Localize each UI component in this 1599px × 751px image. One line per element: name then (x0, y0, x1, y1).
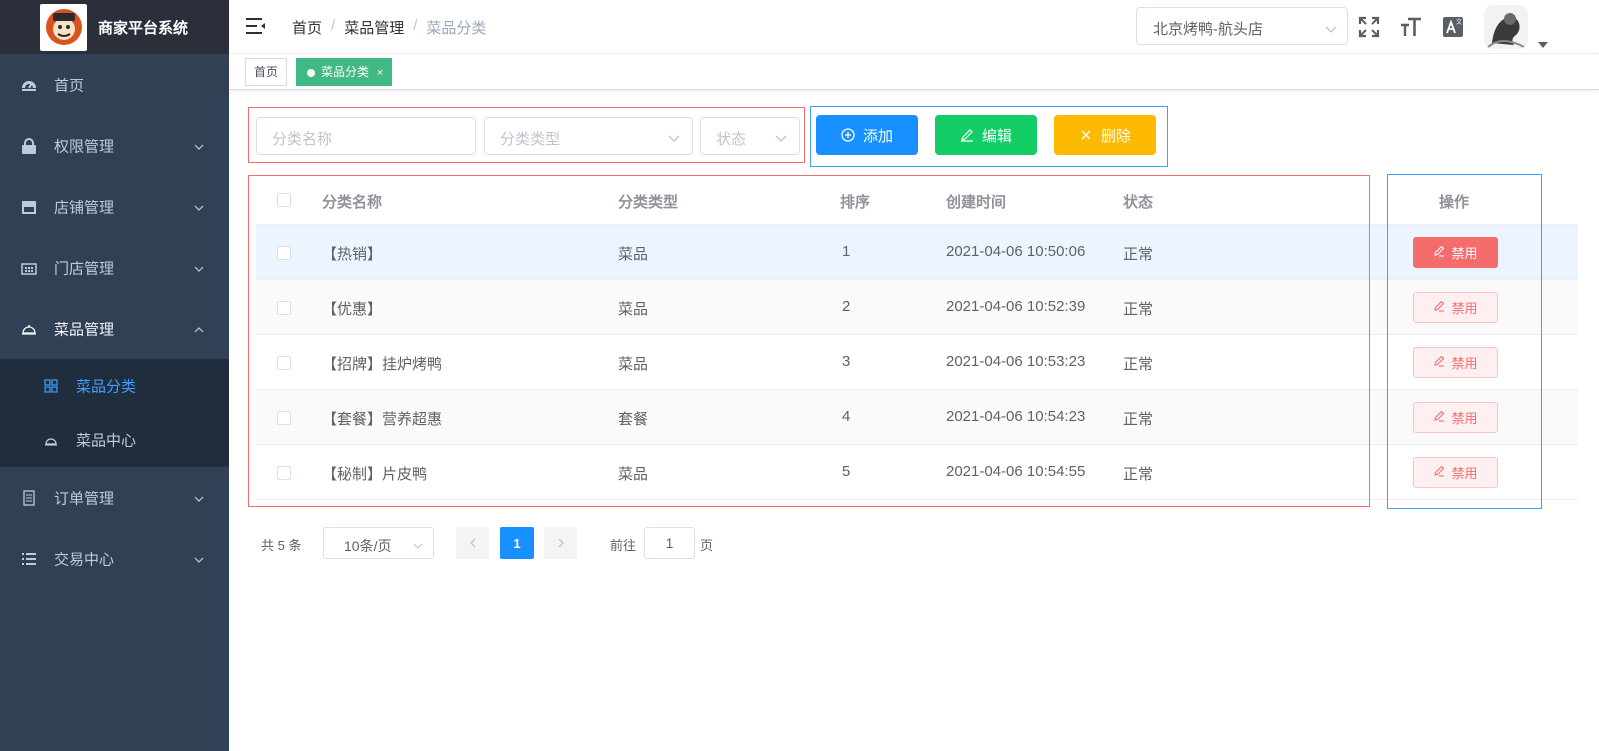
tags-view: 首页 菜品分类 × (229, 54, 1599, 90)
pagination-total: 共 5 条 (261, 538, 302, 553)
delete-button-label: 删除 (1100, 127, 1131, 145)
close-icon[interactable]: × (377, 67, 383, 79)
chevron-up-icon (193, 323, 205, 335)
prev-page-button[interactable] (456, 527, 489, 559)
logo-area[interactable]: 商家平台系统 (0, 0, 229, 54)
app-root: 商家平台系统 首页 权限管理 店铺管理 门店管理 菜品管理 菜品分类 菜品中心 … (0, 0, 1599, 751)
category-name-placeholder: 分类名称 (272, 131, 333, 148)
sidebar-item-label: 交易中心 (54, 551, 115, 568)
sidebar-subitem-category[interactable]: 菜品分类 (0, 359, 229, 413)
list-icon (21, 551, 37, 567)
breadcrumb-separator: / (413, 17, 418, 34)
tag-home[interactable]: 首页 (245, 58, 288, 86)
dish-icon (21, 321, 37, 337)
sidebar-item-dish[interactable]: 菜品管理 (0, 298, 229, 359)
operation-column-highlight-box (1387, 174, 1542, 509)
sidebar-item-label: 权限管理 (54, 138, 115, 155)
sidebar-item-shop[interactable]: 店铺管理 (0, 176, 229, 237)
next-page-button[interactable] (544, 527, 577, 559)
action-buttons: 添加 编辑 删除 (810, 106, 1168, 167)
close-icon (1079, 128, 1093, 142)
navbar: 首页 / 菜品管理 / 菜品分类 北京烤鸭-航头店 文 (229, 0, 1599, 54)
page-size-select[interactable]: 10条/页 (323, 527, 434, 559)
sidebar-item-permission[interactable]: 权限管理 (0, 115, 229, 176)
hamburger-icon[interactable] (246, 17, 266, 35)
category-type-select[interactable]: 分类类型 (484, 117, 693, 155)
sidebar-item-home[interactable]: 首页 (0, 54, 229, 115)
sidebar-item-trade[interactable]: 交易中心 (0, 528, 229, 589)
goto-page-input[interactable]: 1 (644, 527, 695, 559)
grid-icon (44, 379, 58, 393)
chevron-down-icon (413, 539, 423, 549)
lock-icon (21, 137, 37, 154)
edit-button-label: 编辑 (981, 127, 1012, 145)
plus-circle-icon (841, 128, 855, 142)
dashboard-icon (21, 77, 37, 93)
breadcrumb-current: 菜品分类 (426, 20, 487, 37)
order-icon (21, 489, 37, 506)
goto-unit: 页 (700, 538, 714, 553)
chevron-down-icon (668, 131, 680, 143)
sidebar-subitem-label: 菜品中心 (76, 432, 137, 450)
sidebar-item-label: 门店管理 (54, 260, 115, 277)
chevron-down-icon (193, 492, 205, 504)
sidebar-item-label: 菜品管理 (54, 321, 115, 338)
sidebar-item-label: 订单管理 (54, 490, 115, 507)
avatar[interactable] (1484, 5, 1528, 49)
chevron-down-icon (1325, 22, 1337, 34)
breadcrumb-dish-management[interactable]: 菜品管理 (344, 17, 404, 38)
sidebar-item-order[interactable]: 订单管理 (0, 467, 229, 528)
goto-label: 前往 (610, 538, 637, 553)
store-icon (21, 260, 37, 276)
category-name-input[interactable]: 分类名称 (256, 117, 476, 155)
chevron-down-icon (193, 553, 205, 565)
breadcrumb-separator: / (331, 17, 336, 34)
caret-down-icon[interactable] (1538, 35, 1548, 48)
tag-label: 菜品分类 (321, 65, 370, 79)
table-highlight-box (248, 175, 1370, 507)
submenu-dish: 菜品分类 菜品中心 (0, 359, 229, 467)
app-title: 商家平台系统 (98, 19, 189, 37)
add-button[interactable]: 添加 (816, 115, 918, 155)
status-placeholder: 状态 (716, 131, 747, 148)
category-type-placeholder: 分类类型 (500, 131, 561, 148)
status-select[interactable]: 状态 (700, 117, 800, 155)
add-button-label: 添加 (862, 127, 893, 145)
dish-icon (44, 433, 58, 447)
page-size-value: 10条/页 (344, 538, 392, 554)
shop-icon (21, 199, 37, 215)
sidebar-item-store[interactable]: 门店管理 (0, 237, 229, 298)
sidebar: 商家平台系统 首页 权限管理 店铺管理 门店管理 菜品管理 菜品分类 菜品中心 … (0, 0, 229, 751)
breadcrumb: 首页 / 菜品管理 / 菜品分类 (292, 17, 486, 38)
delete-button[interactable]: 删除 (1054, 115, 1156, 155)
chevron-right-icon (556, 536, 566, 551)
sidebar-item-label: 首页 (54, 77, 85, 94)
fullscreen-icon[interactable] (1358, 16, 1380, 38)
edit-icon (960, 128, 974, 142)
logo-image (40, 3, 87, 51)
store-select-value: 北京烤鸭-航头店 (1153, 21, 1263, 38)
page-number-current[interactable]: 1 (500, 527, 534, 559)
chevron-left-icon (468, 536, 478, 551)
sidebar-subitem-label: 菜品分类 (76, 378, 137, 396)
translate-icon[interactable]: 文 (1442, 16, 1464, 38)
store-select[interactable]: 北京烤鸭-航头店 (1136, 7, 1348, 45)
chevron-down-icon (775, 131, 787, 143)
sidebar-item-label: 店铺管理 (54, 199, 115, 216)
tag-dish-category[interactable]: 菜品分类 × (296, 58, 393, 86)
edit-button[interactable]: 编辑 (935, 115, 1037, 155)
font-size-icon[interactable] (1400, 16, 1422, 38)
chevron-down-icon (193, 201, 205, 213)
filter-area: 分类名称 分类类型 状态 (248, 107, 805, 163)
chevron-down-icon (193, 140, 205, 152)
svg-text:文: 文 (1456, 18, 1462, 26)
breadcrumb-home[interactable]: 首页 (292, 17, 322, 38)
chevron-down-icon (193, 262, 205, 274)
sidebar-subitem-dish-center[interactable]: 菜品中心 (0, 413, 229, 467)
